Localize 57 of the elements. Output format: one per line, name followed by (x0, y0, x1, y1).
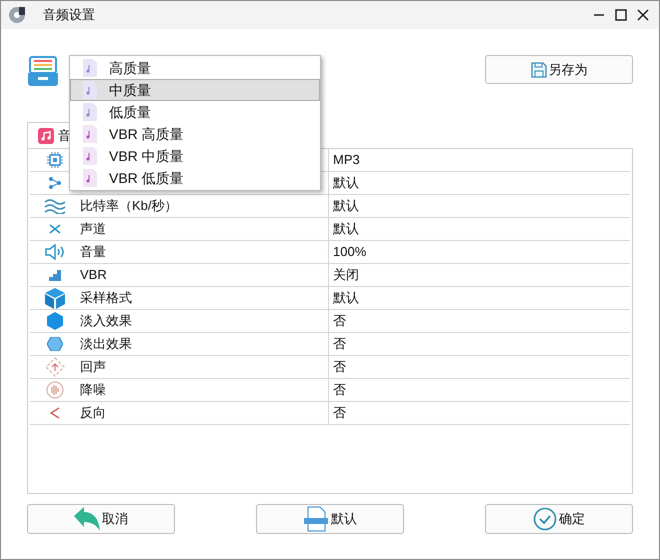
noise-icon (46, 381, 64, 399)
close-icon[interactable] (637, 9, 649, 21)
property-name: 回声 (80, 358, 106, 376)
audio-file-icon (83, 169, 97, 187)
preset-option[interactable]: VBR 高质量 (70, 123, 320, 145)
property-value: 默认 (332, 174, 359, 192)
property-name: 淡出效果 (80, 335, 132, 354)
cancel-button[interactable]: 取消 (27, 504, 175, 534)
property-name: 反向 (80, 404, 106, 422)
hexagon-icon (47, 337, 63, 351)
property-value: 否 (332, 404, 346, 422)
property-name: 淡入效果 (80, 312, 132, 330)
app-icon (7, 5, 27, 25)
property-name: VBR (80, 266, 107, 284)
property-value: 否 (332, 312, 346, 330)
chip-icon (46, 151, 64, 169)
preset-option[interactable]: VBR 中质量 (70, 145, 320, 167)
audio-file-icon (83, 147, 97, 165)
preset-option[interactable]: 高质量 (70, 57, 320, 79)
bars-icon (49, 269, 61, 281)
property-name: 声道 (80, 220, 106, 238)
cube-icon (44, 287, 66, 309)
property-value: MP3 (332, 151, 360, 170)
audio-file-icon (83, 103, 97, 121)
check-circle-icon (533, 507, 557, 531)
property-name: 采样格式 (80, 289, 132, 308)
property-value: 关闭 (332, 266, 359, 284)
preset-option[interactable]: 低质量 (70, 101, 320, 123)
property-name: 降噪 (80, 381, 106, 400)
file-drawer-icon (27, 55, 59, 87)
property-value: 否 (332, 335, 346, 354)
property-value: 否 (332, 358, 346, 376)
audio-file-icon (83, 81, 97, 99)
wave-icon (44, 198, 66, 214)
speaker-icon (44, 244, 66, 260)
property-value: 否 (332, 381, 346, 400)
preset-option[interactable]: VBR 低质量 (70, 167, 320, 189)
property-name: 音量 (80, 243, 106, 262)
save-as-button[interactable]: 另存为 (485, 55, 633, 84)
default-button[interactable]: 默认 (256, 504, 404, 534)
ok-button[interactable]: 确定 (485, 504, 633, 534)
diamond-icon (45, 357, 65, 377)
property-value: 100% (332, 243, 366, 262)
property-name: 比特率（Kb/秒） (80, 197, 178, 216)
nodes-icon (46, 174, 64, 192)
audio-file-icon (83, 59, 97, 77)
preset-option[interactable]: 中质量 (70, 79, 320, 101)
window-title: 音频设置 (43, 6, 95, 24)
hexagon-icon (47, 312, 63, 330)
music-note-icon (38, 128, 54, 144)
maximize-icon[interactable] (615, 9, 627, 21)
property-value: 默认 (332, 289, 359, 308)
property-value: 默认 (332, 220, 359, 238)
audio-file-icon (83, 125, 97, 143)
property-value: 默认 (332, 197, 359, 216)
document-icon (303, 506, 329, 532)
back-arrow-icon (74, 507, 100, 531)
